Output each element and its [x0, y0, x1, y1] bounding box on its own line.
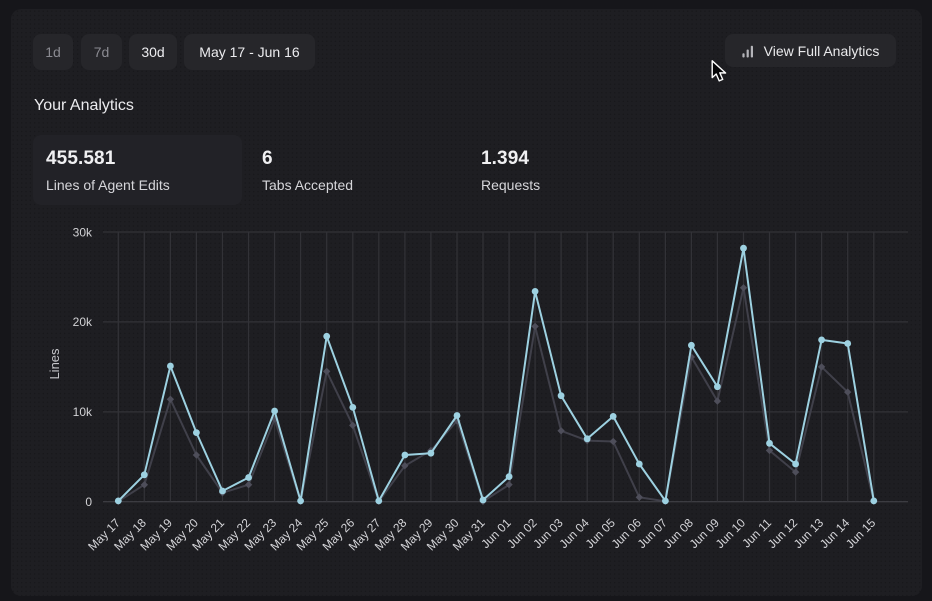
svg-text:20k: 20k — [73, 315, 93, 329]
svg-text:30k: 30k — [73, 225, 93, 239]
svg-text:Jun 15: Jun 15 — [843, 515, 879, 551]
svg-text:0: 0 — [85, 495, 92, 509]
svg-text:10k: 10k — [73, 405, 93, 419]
svg-text:Lines: Lines — [47, 348, 62, 380]
svg-text:Jun 10: Jun 10 — [713, 515, 749, 551]
